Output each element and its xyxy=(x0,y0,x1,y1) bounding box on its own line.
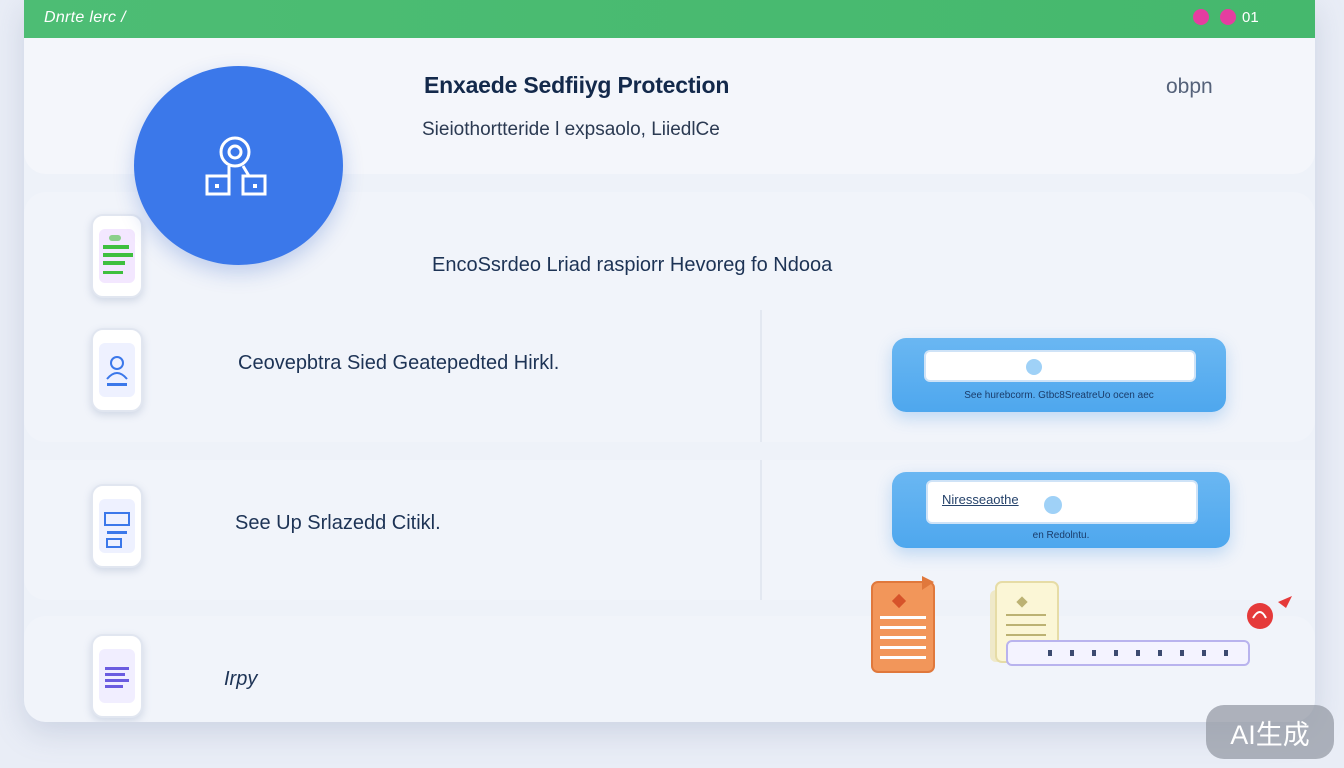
page-title: Enxaede Sedfiiyg Protection xyxy=(424,72,730,98)
header-action-link[interactable]: obpn xyxy=(1166,75,1213,99)
profile-panel: Niresseaothe en Redolntu. xyxy=(892,472,1230,548)
divider xyxy=(760,310,762,442)
section-setup: See Up Srlazedd Citikl. Niresseaothe en … xyxy=(24,460,1315,600)
phone-doc-icon xyxy=(91,634,143,718)
row-label: Irpy xyxy=(224,668,258,690)
panel-input[interactable] xyxy=(924,350,1196,382)
row-label: See Up Srlazedd Citikl. xyxy=(235,512,441,534)
section-reply: Irpy xyxy=(24,576,1315,722)
title-bar: Dnrte lerc / 01 xyxy=(24,0,1315,38)
phone-id-icon xyxy=(91,484,143,568)
progress-track xyxy=(1006,640,1250,666)
window-counter: 01 xyxy=(1242,9,1259,26)
phone-list-icon xyxy=(91,214,143,298)
progress-ticks xyxy=(1048,650,1238,656)
window-dot-button[interactable] xyxy=(1220,9,1236,25)
app-window: Dnrte lerc / 01 Enxaede Sedfiiyg Protect… xyxy=(24,0,1315,722)
window-dot-button[interactable] xyxy=(1193,9,1209,25)
document-icon xyxy=(870,576,940,681)
slider-knob-icon[interactable] xyxy=(1026,359,1042,375)
window-title: Dnrte lerc / xyxy=(44,9,126,26)
lock-person-icon xyxy=(134,66,343,265)
divider xyxy=(760,460,762,600)
ai-watermark: AI生成 xyxy=(1206,705,1334,759)
section-heading: EncoSsrdeo Lriad raspiorr Hevoreg fo Ndo… xyxy=(432,254,833,276)
panel-caption: en Redolntu. xyxy=(1032,530,1090,541)
alert-badge-icon[interactable] xyxy=(1244,596,1294,635)
slider-knob-icon[interactable] xyxy=(1044,496,1062,514)
page-subtitle: Sieiothortteride l expsaolo, LiiedlCe xyxy=(422,119,720,140)
panel-input[interactable]: Niresseaothe xyxy=(926,480,1198,524)
panel-caption: See hurebcorm. Gtbc8SreatreUo ocen aec xyxy=(964,390,1154,401)
settings-panel: See hurebcorm. Gtbc8SreatreUo ocen aec xyxy=(892,338,1226,412)
row-label: Ceovepbtra Sied Geatepedted Hirkl. xyxy=(238,352,560,374)
phone-user-icon xyxy=(91,328,143,412)
